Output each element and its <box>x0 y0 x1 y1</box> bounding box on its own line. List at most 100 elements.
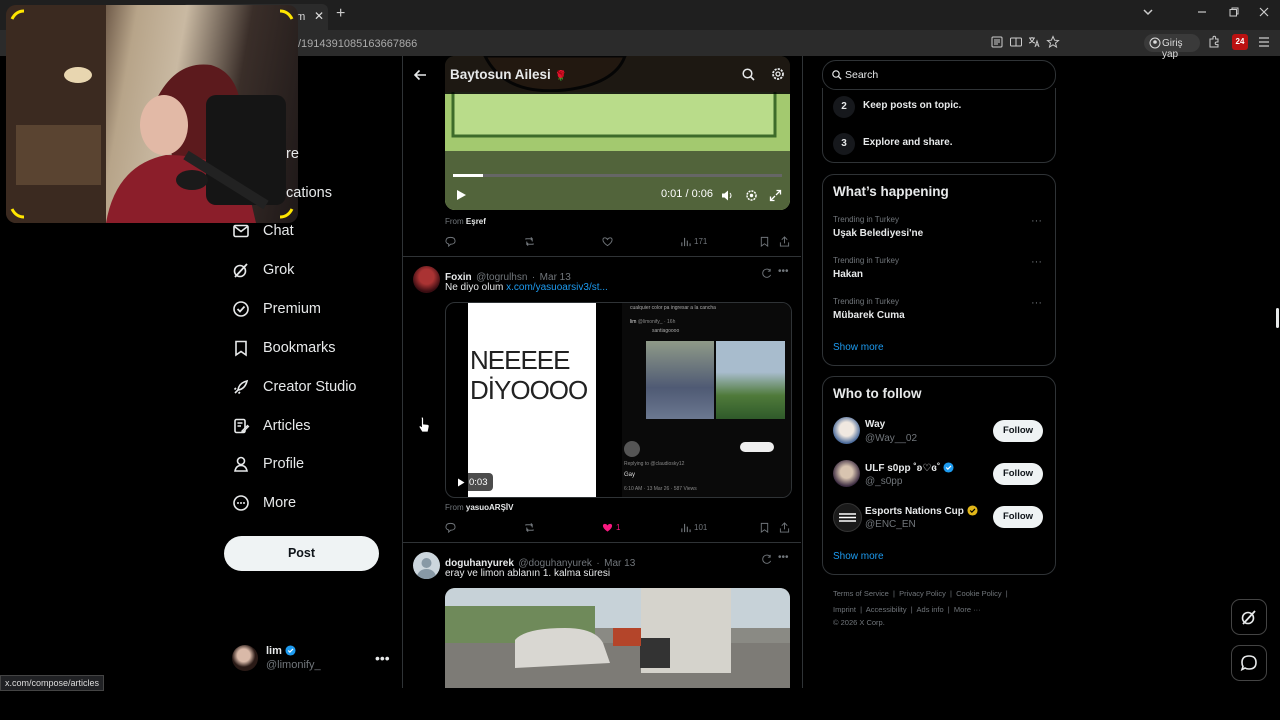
source-name[interactable]: Eşref <box>466 217 486 226</box>
search-input[interactable]: Search <box>822 60 1056 90</box>
avatar[interactable] <box>833 460 860 487</box>
play-icon[interactable] <box>455 189 467 201</box>
more-options-icon[interactable]: ••• <box>778 552 789 563</box>
messages-fab-button[interactable] <box>1231 645 1267 681</box>
minimize-icon[interactable] <box>1196 6 1208 18</box>
tweet-link[interactable]: x.com/yasuoarsiv3/st... <box>506 282 608 293</box>
grok-explain-icon[interactable] <box>761 554 772 565</box>
footer-terms[interactable]: Terms of Service <box>833 589 889 598</box>
source-name[interactable]: yasuoARŞİV <box>466 503 514 512</box>
footer-cookie[interactable]: Cookie Policy <box>956 589 1001 598</box>
share-button[interactable] <box>779 522 793 533</box>
translate-icon[interactable] <box>1027 35 1043 51</box>
avatar[interactable] <box>413 552 440 579</box>
grok-explain-icon[interactable] <box>761 268 772 279</box>
like-button[interactable]: 1 <box>602 522 620 533</box>
nav-item-notifications-partial[interactable]: cations <box>286 185 332 201</box>
favorite-star-icon[interactable] <box>1046 35 1062 51</box>
nav-item-profile[interactable]: Profile <box>232 449 304 479</box>
extensions-icon[interactable] <box>1207 35 1223 51</box>
bookmark-icon <box>760 522 769 533</box>
repost-button[interactable] <box>524 522 538 533</box>
like-button[interactable] <box>602 236 616 247</box>
signin-button[interactable]: Giriş yap <box>1144 34 1200 60</box>
bookmark-button[interactable] <box>759 522 773 533</box>
suggestion-name[interactable]: ULF s0pp ˚ʚ♡ɞ˚ <box>865 463 940 474</box>
scrollbar-thumb[interactable] <box>1276 308 1279 328</box>
tab-close-icon[interactable]: ✕ <box>314 9 324 23</box>
trend-more-icon[interactable]: ··· <box>1031 215 1042 227</box>
account-more-icon[interactable]: ••• <box>375 650 390 666</box>
account-name: lim <box>266 645 296 657</box>
profile-icon <box>1149 37 1161 49</box>
footer-privacy[interactable]: Privacy Policy <box>899 589 946 598</box>
video-player[interactable] <box>445 588 790 688</box>
nav-item-explore-partial[interactable]: re <box>286 146 299 162</box>
avatar[interactable] <box>833 417 860 444</box>
nav-item-more[interactable]: More <box>232 488 296 518</box>
avatar[interactable] <box>413 266 440 293</box>
immersive-reader-icon[interactable] <box>1009 35 1025 51</box>
nav-item-grok[interactable]: Grok <box>232 255 294 285</box>
follow-button[interactable]: Follow <box>993 420 1043 442</box>
nav-item-bookmarks[interactable]: Bookmarks <box>232 333 336 363</box>
back-arrow-icon[interactable] <box>413 68 427 82</box>
trend-more-icon[interactable]: ··· <box>1031 256 1042 268</box>
footer-accessibility[interactable]: Accessibility <box>866 605 907 614</box>
media-text-2: DİYOOOO <box>470 375 588 405</box>
views-count: 101 <box>694 523 708 532</box>
fullscreen-icon[interactable] <box>769 189 782 202</box>
nav-item-articles[interactable]: Articles <box>232 411 311 441</box>
grok-icon <box>1241 610 1256 625</box>
extension-badge-icon[interactable]: 24 <box>1232 34 1248 50</box>
suggestion-name[interactable]: Esports Nations Cup <box>865 506 964 517</box>
footer-imprint[interactable]: Imprint <box>833 605 856 614</box>
close-window-icon[interactable] <box>1258 6 1270 18</box>
suggestion-name-row: ULF s0pp ˚ʚ♡ɞ˚ <box>865 462 954 474</box>
reply-button[interactable] <box>445 522 459 533</box>
follow-button[interactable]: Follow <box>993 506 1043 528</box>
nav-item-premium[interactable]: Premium <box>232 294 321 324</box>
quoted-video-media[interactable]: NEEEEE DİYOOOO cualquier color pa ingres… <box>445 302 792 498</box>
suggestion-name[interactable]: Way <box>865 419 885 430</box>
nav-item-creator-studio[interactable]: Creator Studio <box>232 372 357 402</box>
new-tab-button[interactable]: + <box>336 5 345 23</box>
trend-more-icon[interactable]: ··· <box>1031 297 1042 309</box>
chat-bubble-icon <box>1240 655 1257 672</box>
volume-icon[interactable] <box>721 189 734 202</box>
share-button[interactable] <box>779 236 793 247</box>
repost-button[interactable] <box>524 236 538 247</box>
restore-icon[interactable] <box>1228 6 1240 18</box>
reply-button[interactable] <box>445 236 459 247</box>
search-icon[interactable] <box>742 68 755 81</box>
footer-ads[interactable]: Ads info <box>917 605 944 614</box>
trend-item[interactable]: Trending in Turkey Uşak Belediyesi'ne ··… <box>823 211 1055 245</box>
trend-item[interactable]: Trending in Turkey Hakan ··· <box>823 252 1055 286</box>
avatar[interactable] <box>232 645 258 671</box>
trending-show-more[interactable]: Show more <box>833 342 884 353</box>
nav-item-chat[interactable]: Chat <box>232 216 294 246</box>
views-button[interactable]: 171 <box>680 236 707 247</box>
more-options-icon[interactable]: ••• <box>778 266 789 277</box>
reader-mode-icon[interactable] <box>990 35 1006 51</box>
grok-fab-button[interactable] <box>1231 599 1267 635</box>
bookmark-button[interactable] <box>759 236 773 247</box>
avatar[interactable] <box>833 503 862 532</box>
suggestion-handle: @_s0pp <box>865 476 903 487</box>
repost-icon <box>525 523 534 532</box>
tab-list-chevron-icon[interactable] <box>1142 6 1154 18</box>
who-to-follow-panel: Who to follow Way @Way__02 Follow ULF s0… <box>822 376 1056 575</box>
post-button[interactable]: Post <box>224 536 379 571</box>
browser-menu-icon[interactable] <box>1258 35 1274 51</box>
settings-gear-icon[interactable] <box>745 189 758 202</box>
follow-button[interactable]: Follow <box>993 463 1043 485</box>
views-button[interactable]: 101 <box>680 522 707 533</box>
trend-item[interactable]: Trending in Turkey Mübarek Cuma ··· <box>823 293 1055 327</box>
settings-gear-icon[interactable] <box>771 67 785 81</box>
search-placeholder: Search <box>845 69 879 81</box>
footer-more[interactable]: More ··· <box>954 605 981 614</box>
bookmark-icon <box>760 236 769 247</box>
video-source: From Eşref <box>445 217 486 226</box>
follow-show-more[interactable]: Show more <box>833 551 884 562</box>
url-field[interactable]: /1914391085163667866 <box>298 38 417 50</box>
